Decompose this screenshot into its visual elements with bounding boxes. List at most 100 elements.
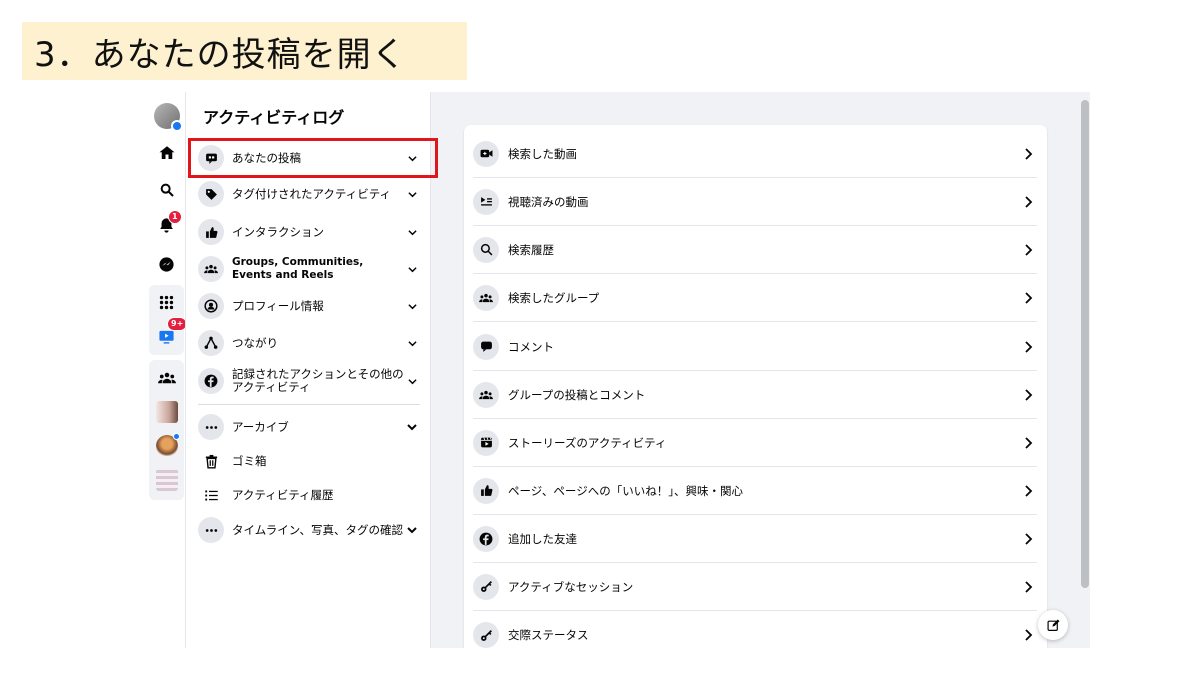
chevron-down-icon: [406, 524, 418, 536]
nav-item-label: つながり: [232, 335, 278, 350]
nav-item-label: インタラクション: [232, 224, 324, 239]
search-icon[interactable]: [151, 174, 182, 205]
group-icon: [473, 381, 499, 408]
nav-item-label: タグ付けされたアクティビティ: [232, 186, 392, 201]
list-item-searched-videos[interactable]: 検索した動画: [473, 130, 1037, 178]
nav-item-label: アーカイブ: [232, 419, 289, 434]
list-item-label: ストーリーズのアクティビティ: [508, 435, 667, 450]
connections-icon: [198, 330, 224, 356]
shortcut-thumbnail-1[interactable]: [151, 396, 182, 427]
nav-item-logged-actions[interactable]: 記録されたアクションとその他のアクティビティ: [198, 368, 420, 394]
chevron-down-icon: [406, 421, 418, 433]
menu-grid-icon[interactable]: [151, 287, 182, 318]
unread-dot: [173, 433, 180, 440]
nav-item-groups-communities[interactable]: Groups, Communities, Events and Reels: [198, 256, 420, 282]
trash-icon: [198, 448, 224, 474]
nav-item-tagged-activity[interactable]: タグ付けされたアクティビティ: [198, 181, 420, 207]
list-item-label: 視聴済みの動画: [508, 194, 589, 209]
chevron-right-icon: [1025, 580, 1033, 593]
list-item-watched-videos[interactable]: 視聴済みの動画: [473, 178, 1037, 226]
notifications-bell-icon[interactable]: 1: [151, 210, 182, 241]
key-icon: [473, 573, 499, 600]
nav-item-interactions[interactable]: インタラクション: [198, 219, 420, 245]
edit-icon: [1046, 619, 1059, 631]
people-icon: [198, 256, 224, 282]
chevron-right-icon: [1025, 532, 1033, 545]
chevron-right-icon: [1025, 436, 1033, 449]
list-item-search-history[interactable]: 検索履歴: [473, 226, 1037, 274]
list-item-label: 検索したグループ: [508, 290, 600, 305]
tag-icon: [198, 181, 224, 207]
search-icon: [473, 236, 499, 263]
chevron-right-icon: [1025, 195, 1033, 208]
chevron-down-icon: [406, 226, 418, 238]
shortcut-thumbnail-2[interactable]: [151, 430, 182, 461]
chevron-right-icon: [1025, 243, 1033, 256]
groups-icon[interactable]: [151, 362, 182, 393]
menu-group: 9+: [149, 285, 188, 355]
nav-divider: [198, 404, 420, 405]
list-icon: [198, 482, 224, 508]
nav-item-archive[interactable]: アーカイブ: [198, 414, 420, 440]
nav-item-label: Groups, Communities, Events and Reels: [232, 256, 364, 281]
chevron-down-icon: [406, 188, 418, 200]
content-card: 検索した動画 視聴済みの動画 検索履歴 検索したグループ コメント グループの投…: [464, 125, 1047, 648]
nav-item-label: プロフィール情報: [232, 298, 324, 313]
list-item-label: グループの投稿とコメント: [508, 387, 646, 402]
nav-item-trash[interactable]: ゴミ箱: [198, 448, 420, 474]
profile-avatar[interactable]: [151, 100, 183, 132]
list-item-label: ページ、ページへの「いいね！」、興味・関心: [508, 483, 743, 498]
scrollbar[interactable]: [1080, 92, 1090, 648]
list-item-label: コメント: [508, 339, 554, 354]
watch-icon[interactable]: 9+: [151, 317, 188, 352]
thumbs-up-icon: [473, 477, 499, 504]
chevron-down-icon: [406, 337, 418, 349]
list-item-pages-likes-interests[interactable]: ページ、ページへの「いいね！」、興味・関心: [473, 467, 1037, 515]
home-icon[interactable]: [151, 137, 182, 168]
nav-item-profile-info[interactable]: プロフィール情報: [198, 293, 420, 319]
list-item-label: 検索した動画: [508, 146, 577, 161]
list-item-active-sessions[interactable]: アクティブなセッション: [473, 563, 1037, 611]
nav-item-label: 記録されたアクションとその他のアクティビティ: [232, 367, 404, 394]
thumbs-up-icon: [198, 219, 224, 245]
chevron-right-icon: [1025, 291, 1033, 304]
nav-item-label: ゴミ箱: [232, 453, 267, 468]
icon-rail: 1 9+: [148, 92, 188, 648]
chevron-right-icon: [1025, 484, 1033, 497]
ellipsis-icon: [198, 414, 224, 440]
list-item-searched-groups[interactable]: 検索したグループ: [473, 274, 1037, 322]
list-item-comments[interactable]: コメント: [473, 323, 1037, 371]
video-icon: [473, 140, 499, 167]
playlist-icon: [473, 188, 499, 215]
list-item-group-posts-comments[interactable]: グループの投稿とコメント: [473, 371, 1037, 419]
list-item-label: 交際ステータス: [508, 628, 589, 642]
chevron-right-icon: [1025, 147, 1033, 160]
list-item-label: アクティブなセッション: [508, 579, 634, 594]
chevron-down-icon: [406, 375, 418, 387]
slide-title: 3．あなたの投稿を開く: [22, 22, 467, 80]
chevron-down-icon: [406, 263, 418, 275]
list-item-relationship-status[interactable]: 交際ステータス: [473, 611, 1037, 648]
chevron-right-icon: [1025, 629, 1033, 641]
list-item-added-friends[interactable]: 追加した友達: [473, 515, 1037, 563]
shortcut-thumbnail-3[interactable]: [151, 464, 182, 495]
messenger-icon[interactable]: [151, 249, 182, 280]
nav-title: アクティビティログ: [203, 108, 345, 127]
chevron-right-icon: [1025, 388, 1033, 401]
facebook-icon: [198, 368, 224, 394]
list-item-stories-activity[interactable]: ストーリーズのアクティビティ: [473, 419, 1037, 467]
comment-icon: [473, 333, 499, 360]
highlight-box: [188, 138, 438, 178]
nav-item-timeline-review[interactable]: タイムライン、写真、タグの確認: [198, 517, 420, 543]
group-icon: [473, 284, 499, 311]
notifications-badge: 1: [168, 210, 182, 224]
scrollbar-thumb[interactable]: [1081, 100, 1089, 588]
ellipsis-icon: [198, 517, 224, 543]
nav-item-activity-history[interactable]: アクティビティ履歴: [198, 482, 420, 508]
nav-item-label: タイムライン、写真、タグの確認: [232, 522, 404, 537]
nav-item-connections[interactable]: つながり: [198, 330, 420, 356]
compose-button[interactable]: [1038, 610, 1068, 640]
key-icon: [473, 622, 499, 648]
shortcut-group: [149, 360, 184, 500]
list-item-label: 検索履歴: [508, 242, 554, 257]
